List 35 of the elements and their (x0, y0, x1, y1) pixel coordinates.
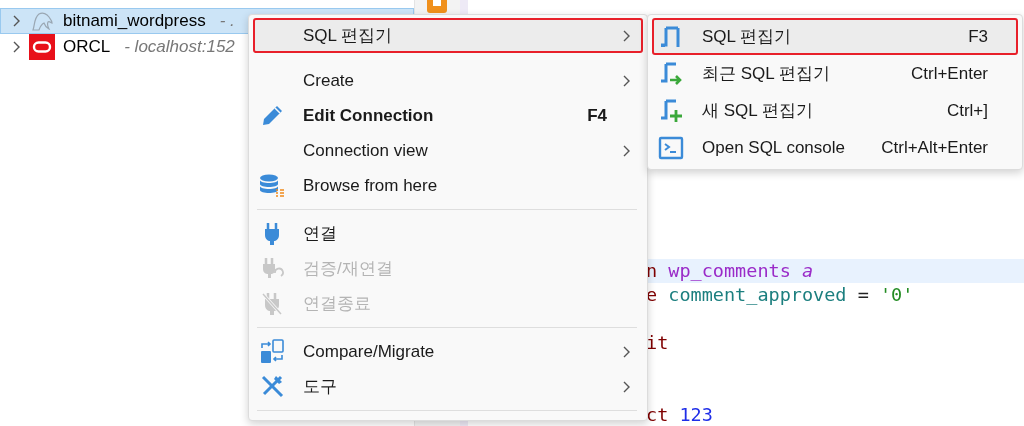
menu-item[interactable]: 연결 (253, 216, 643, 251)
sql-editor-plus-icon (658, 97, 684, 124)
menu-item[interactable]: Edit Connection F4 (253, 98, 643, 133)
console-icon (658, 134, 684, 161)
menu-item[interactable]: Compare/Migrate (253, 334, 643, 369)
toolbar-icon[interactable] (427, 0, 447, 13)
tools-icon (259, 373, 285, 400)
menu-item[interactable]: 새 SQL 편집기 Ctrl+] (652, 92, 1018, 129)
plug-off-icon (259, 290, 285, 317)
code-line: ct 123 (646, 403, 713, 426)
sql-editor-arrow-icon (658, 60, 684, 87)
code-line: it (646, 331, 669, 355)
compare-icon (259, 338, 285, 365)
menu-item[interactable]: Create (253, 63, 643, 98)
menu-item[interactable]: Browse from here (253, 168, 643, 203)
menu-item[interactable]: SQL 편집기 F3 (652, 18, 1018, 55)
menu-item[interactable]: SQL 편집기 (253, 18, 643, 53)
menu-item[interactable]: 도구 (253, 369, 643, 404)
oracle-icon (29, 34, 55, 60)
shortcut-label: F3 (968, 26, 988, 47)
menu-item[interactable]: Open SQL console Ctrl+Alt+Enter (652, 129, 1018, 166)
shortcut-label: F4 (587, 105, 607, 126)
connection-name: ORCL (63, 37, 111, 57)
menu-item[interactable]: 최근 SQL 편집기 Ctrl+Enter (652, 55, 1018, 92)
menu-item[interactable]: Connection view (253, 133, 643, 168)
connection-detail: - . (219, 11, 235, 31)
connection-detail: - localhost:152 (124, 37, 235, 57)
connection-name: bitnami_wordpress (63, 11, 206, 31)
database-icon (259, 172, 285, 199)
dolphin-icon (30, 10, 54, 32)
shortcut-label: Ctrl+Alt+Enter (881, 137, 988, 158)
shortcut-label: Ctrl+] (946, 100, 988, 121)
chevron-right-icon (13, 15, 21, 27)
chevron-right-icon (13, 41, 21, 53)
shortcut-label: Ctrl+Enter (911, 63, 988, 84)
